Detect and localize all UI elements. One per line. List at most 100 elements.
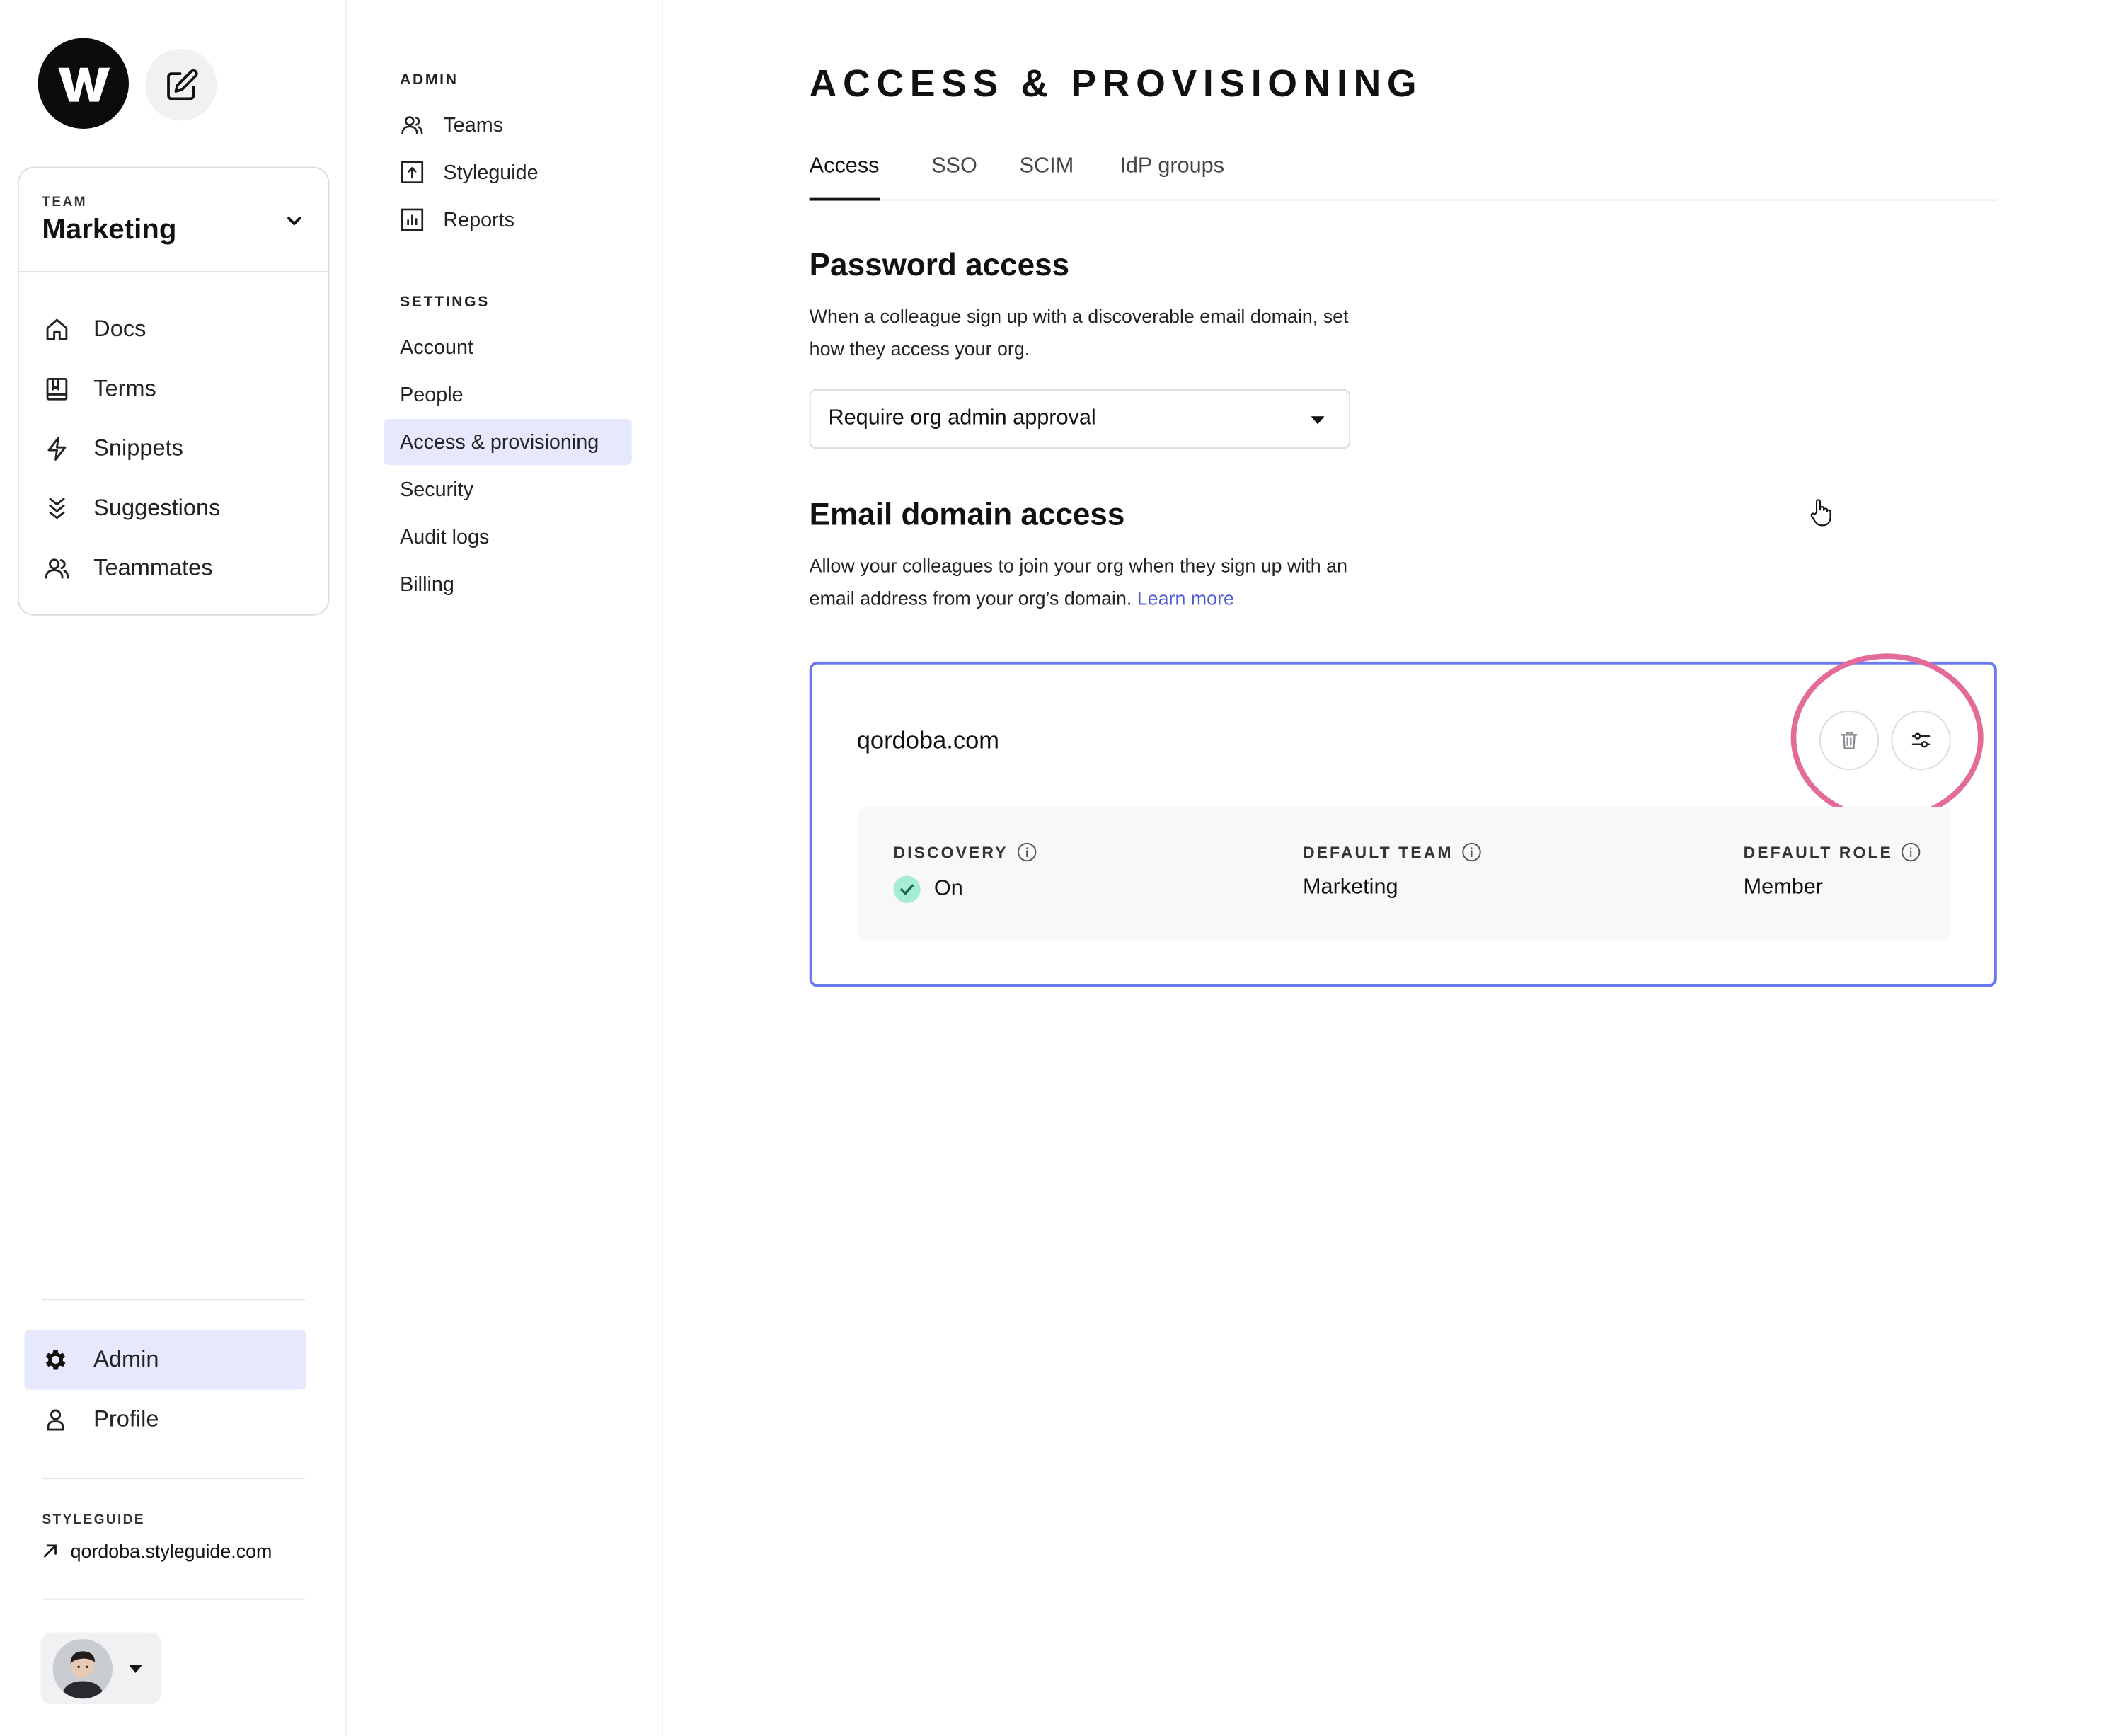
settings-nav-item-audit-logs[interactable]: Audit logs: [384, 514, 632, 560]
discovery-field: DISCOVERY On: [893, 842, 1036, 903]
users-icon: [401, 116, 423, 134]
discovery-value-text: On: [933, 877, 963, 901]
w-logo-icon: [57, 67, 110, 101]
sidebar-item-teammates[interactable]: Teammates: [19, 539, 328, 598]
settings-nav-item-access-provisioning[interactable]: Access & provisioning: [384, 418, 632, 466]
discovery-value: On: [893, 875, 1036, 903]
password-access-select[interactable]: Require org admin approval: [809, 389, 1351, 449]
caret-down-icon: [128, 1664, 143, 1673]
password-access-title: Password access: [809, 246, 1070, 282]
sidebar-item-snippets[interactable]: Snippets: [19, 419, 328, 478]
tab-sso[interactable]: SSO: [931, 154, 977, 200]
learn-more-link[interactable]: Learn more: [1137, 587, 1234, 609]
info-icon[interactable]: [1461, 842, 1482, 863]
password-access-description: When a colleague sign up with a discover…: [809, 305, 1349, 360]
sidebar-item-profile[interactable]: Profile: [24, 1390, 306, 1449]
chevron-down-icon: [287, 217, 301, 226]
team-switcher[interactable]: TEAM Marketing: [18, 168, 328, 273]
home-icon: [46, 318, 68, 340]
settings-nav-item-reports[interactable]: Reports: [400, 201, 514, 239]
settings-nav-item-account[interactable]: Account: [384, 324, 632, 370]
email-domain-access-title: Email domain access: [809, 496, 1125, 531]
compose-button[interactable]: [144, 48, 217, 121]
user-avatar-icon: [52, 1638, 113, 1698]
email-domain-access-description: Allow your colleagues to join your org w…: [810, 549, 1352, 614]
team-name: Marketing: [42, 214, 177, 246]
bar-chart-icon: [401, 208, 424, 231]
check-circle-icon: [893, 875, 921, 903]
default-role-field: DEFAULT ROLE Member: [1744, 842, 1922, 900]
user-menu-button[interactable]: [40, 1632, 161, 1705]
settings-nav-item-people[interactable]: People: [384, 372, 632, 418]
divider: [42, 1598, 306, 1600]
trash-icon: [1841, 732, 1858, 749]
domain-name: qordoba.com: [856, 726, 1000, 754]
domain-card: qordoba.com DISCOVERY On DEFAULT TEAM Ma…: [809, 653, 1997, 987]
book-icon: [46, 378, 68, 401]
settings-nav-label: Reports: [443, 208, 515, 231]
sidebar-item-label: Teammates: [93, 554, 213, 580]
sidebar-item-label: Admin: [93, 1346, 159, 1372]
divider: [42, 1299, 306, 1301]
sliders-icon: [1911, 732, 1931, 748]
hand-cursor-icon: [1810, 499, 1831, 527]
tab-scim[interactable]: SCIM: [1020, 154, 1074, 200]
gear-icon: [45, 1350, 66, 1370]
settings-nav-item-billing[interactable]: Billing: [384, 561, 632, 607]
sidebar-item-label: Profile: [93, 1406, 159, 1432]
domain-details: DISCOVERY On DEFAULT TEAM Marketing DEFA…: [858, 806, 1951, 940]
page-title: ACCESS & PROVISIONING: [809, 62, 1423, 105]
caret-down-icon: [1311, 416, 1325, 425]
styleguide-kicker: STYLEGUIDE: [42, 1512, 145, 1528]
divider: [42, 1478, 306, 1480]
styleguide-link-text: qordoba.styleguide.com: [70, 1540, 272, 1562]
upload-box-icon: [401, 161, 424, 184]
tab-bar: Access SSO SCIM IdP groups: [809, 149, 1997, 201]
settings-nav-label: Teams: [443, 113, 504, 137]
primary-sidebar: TEAM Marketing Docs Terms Snippets Sugge…: [0, 0, 347, 1736]
arrow-up-right-icon: [43, 1544, 57, 1558]
delete-domain-button[interactable]: [1819, 710, 1880, 771]
sidebar-item-label: Snippets: [93, 435, 183, 461]
avatar: [52, 1638, 113, 1698]
sidebar-item-label: Suggestions: [93, 495, 221, 521]
discovery-label: DISCOVERY: [893, 842, 1036, 863]
settings-nav-item-security[interactable]: Security: [384, 466, 632, 512]
email-domain-desc-text: Allow your colleagues to join your org w…: [809, 554, 1348, 609]
default-team-value: Marketing: [1302, 875, 1398, 899]
chevrons-down-icon: [49, 498, 65, 519]
settings-section-kicker: SETTINGS: [400, 294, 490, 311]
admin-section-kicker: ADMIN: [400, 71, 459, 88]
sidebar-item-label: Docs: [93, 316, 146, 342]
settings-nav-item-teams[interactable]: Teams: [400, 105, 503, 144]
team-switcher-card: TEAM Marketing Docs Terms Snippets Sugge…: [17, 166, 330, 616]
settings-nav: ADMIN Teams Styleguide Reports SETTINGS …: [347, 0, 663, 1736]
team-kicker: TEAM: [42, 195, 87, 210]
tab-access[interactable]: Access: [809, 154, 880, 201]
default-role-value: Member: [1743, 875, 1824, 899]
person-icon: [47, 1409, 64, 1431]
bolt-icon: [47, 437, 67, 461]
default-team-field: DEFAULT TEAM Marketing: [1303, 842, 1482, 900]
sidebar-item-admin[interactable]: Admin: [24, 1330, 306, 1390]
default-role-label: DEFAULT ROLE: [1744, 842, 1922, 863]
tab-idp-groups[interactable]: IdP groups: [1120, 154, 1224, 200]
styleguide-link[interactable]: qordoba.styleguide.com: [42, 1540, 272, 1562]
default-role-label-text: DEFAULT ROLE: [1743, 842, 1893, 862]
sidebar-item-terms[interactable]: Terms: [19, 360, 328, 419]
sidebar-item-suggestions[interactable]: Suggestions: [19, 478, 328, 538]
select-value: Require org admin approval: [828, 406, 1096, 430]
settings-nav-item-styleguide[interactable]: Styleguide: [400, 153, 539, 191]
info-icon[interactable]: [1901, 842, 1921, 863]
team-nav: Docs Terms Snippets Suggestions Teammate…: [19, 272, 328, 598]
settings-nav-label: Styleguide: [443, 161, 539, 184]
sidebar-item-label: Terms: [93, 375, 156, 402]
default-team-label-text: DEFAULT TEAM: [1302, 842, 1454, 862]
default-team-label: DEFAULT TEAM: [1303, 842, 1482, 863]
domain-settings-button[interactable]: [1891, 710, 1951, 771]
users-icon: [45, 558, 69, 579]
app-logo[interactable]: [38, 38, 129, 129]
edit-icon: [166, 68, 197, 100]
info-icon[interactable]: [1016, 842, 1037, 863]
sidebar-item-docs[interactable]: Docs: [19, 299, 328, 359]
